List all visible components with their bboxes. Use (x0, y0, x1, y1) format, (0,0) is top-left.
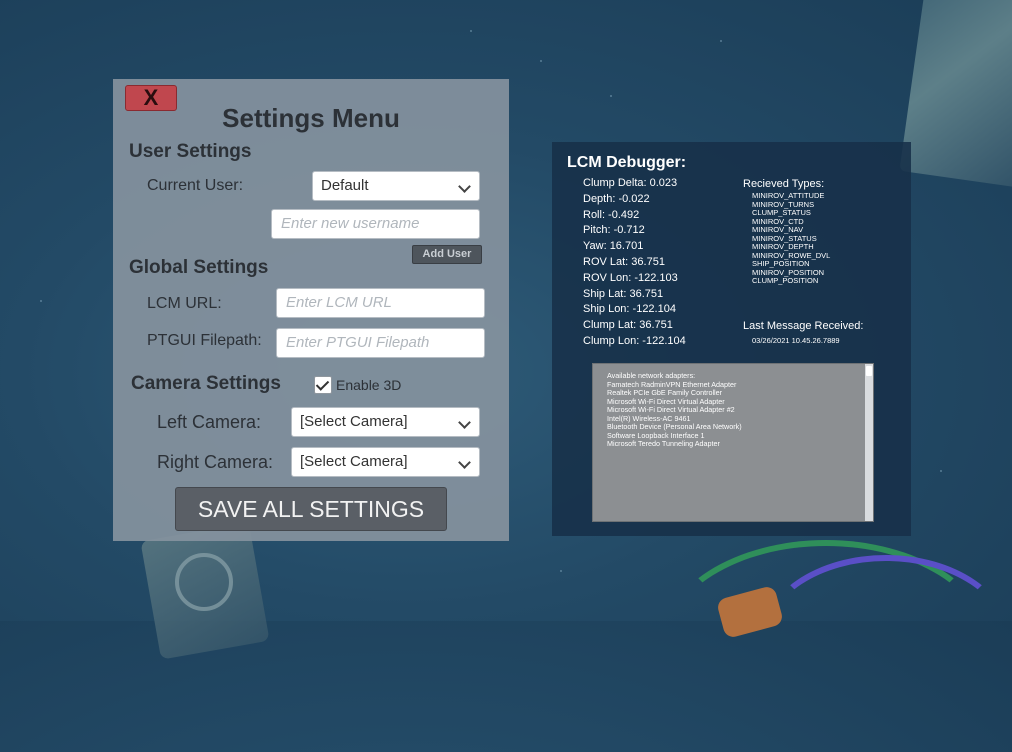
telemetry-value: Pitch: -0.712 (583, 224, 645, 237)
log-scrollbar[interactable] (865, 364, 873, 521)
green-cable-image (660, 540, 992, 752)
received-types-heading: Recieved Types: (743, 178, 825, 190)
debugger-title: LCM Debugger: (567, 154, 687, 171)
camera-settings-heading: Camera Settings (131, 373, 281, 394)
lcm-debugger-panel: LCM Debugger: Clump Delta: 0.023 Depth: … (552, 142, 911, 536)
received-type: CLUMP_POSITION (752, 276, 819, 285)
fan-image (175, 553, 233, 611)
current-user-value: Default (321, 177, 369, 194)
enable-3d-label: Enable 3D (336, 377, 402, 393)
last-message-heading: Last Message Received: (743, 320, 864, 332)
telemetry-value: Ship Lon: -122.104 (583, 303, 676, 316)
received-types-list: MINIROV_ATTITUDE MINIROV_TURNS CLUMP_STA… (752, 191, 830, 286)
add-user-button[interactable]: Add User (412, 245, 482, 264)
current-user-label: Current User: (147, 177, 244, 194)
telemetry-value: Clump Lon: -122.104 (583, 334, 686, 347)
particle (560, 570, 562, 572)
global-settings-heading: Global Settings (129, 257, 269, 278)
telemetry-value: ROV Lat: 36.751 (583, 255, 665, 268)
particle (940, 470, 942, 472)
current-user-dropdown[interactable]: Default (312, 171, 480, 201)
particle (720, 40, 722, 42)
lcm-url-label: LCM URL: (147, 295, 222, 312)
lcm-url-input[interactable]: Enter LCM URL (276, 288, 485, 318)
telemetry-values: Clump Delta: 0.023 Depth: -0.022 Roll: -… (583, 176, 686, 350)
telemetry-value: Depth: -0.022 (583, 192, 650, 205)
save-all-settings-button[interactable]: SAVE ALL SETTINGS (175, 487, 447, 531)
telemetry-value: Roll: -0.492 (583, 208, 640, 221)
right-camera-value: [Select Camera] (300, 453, 408, 470)
new-username-input[interactable]: Enter new username (271, 209, 480, 239)
log-line: Microsoft Teredo Tunneling Adapter (607, 439, 720, 448)
network-adapters-text: Available network adapters: Famatech Rad… (607, 371, 742, 449)
particle (40, 300, 42, 302)
last-message-timestamp: 03/26/2021 10.45.26.7889 (752, 336, 840, 345)
user-settings-heading: User Settings (129, 141, 252, 162)
left-camera-value: [Select Camera] (300, 413, 408, 430)
chevron-down-icon (458, 456, 471, 469)
settings-title: Settings Menu (222, 103, 400, 133)
telemetry-value: Ship Lat: 36.751 (583, 287, 664, 300)
enable-3d-checkbox[interactable] (314, 376, 332, 394)
telemetry-value: Clump Delta: 0.023 (583, 177, 678, 189)
network-adapters-log[interactable]: Available network adapters: Famatech Rad… (592, 363, 874, 522)
left-camera-label: Left Camera: (157, 412, 262, 432)
rov-thruster-image (140, 522, 270, 660)
particle (470, 30, 472, 32)
telemetry-value: Clump Lat: 36.751 (583, 319, 673, 332)
rov-machinery-image (899, 0, 1012, 188)
particle (610, 95, 612, 97)
left-camera-dropdown[interactable]: [Select Camera] (291, 407, 480, 437)
ptgui-filepath-input[interactable]: Enter PTGUI Filepath (276, 328, 485, 358)
particle (540, 60, 542, 62)
orange-object-image (715, 584, 785, 640)
log-scrollbar-thumb[interactable] (866, 366, 872, 376)
chevron-down-icon (458, 180, 471, 193)
ptgui-filepath-label: PTGUI Filepath: (147, 332, 262, 349)
purple-cable-image (760, 555, 1012, 727)
telemetry-value: Yaw: 16.701 (583, 240, 644, 253)
settings-menu-panel: X Settings Menu User Settings Current Us… (113, 79, 509, 541)
chevron-down-icon (458, 416, 471, 429)
telemetry-value: ROV Lon: -122.103 (583, 271, 678, 284)
right-camera-dropdown[interactable]: [Select Camera] (291, 447, 480, 477)
right-camera-label: Right Camera: (157, 452, 274, 472)
